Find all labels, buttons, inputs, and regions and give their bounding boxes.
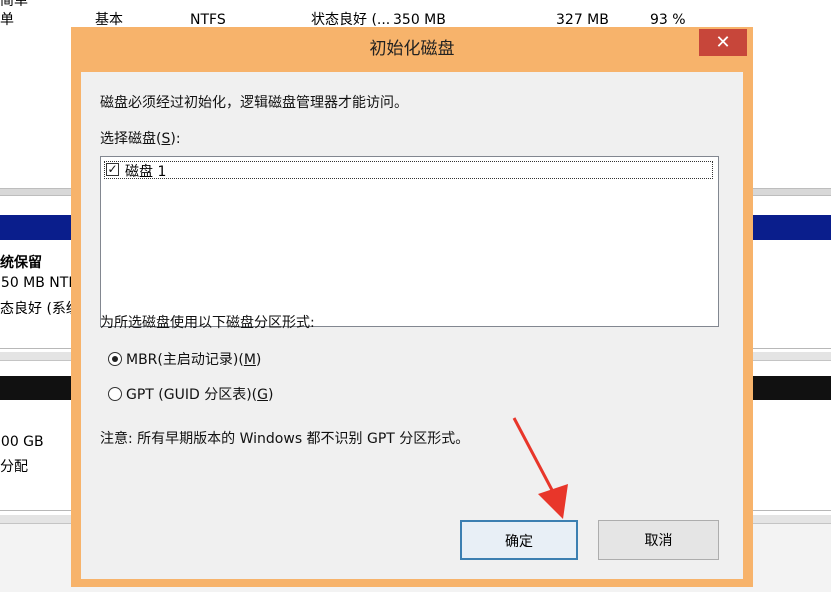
- select-disk-label-text: 选择磁盘: [100, 131, 156, 147]
- partition-style-label: 为所选磁盘使用以下磁盘分区形式:: [100, 315, 315, 331]
- partition-status: 状态良好 (系统: [0, 301, 80, 317]
- gpt-option[interactable]: GPT (GUID 分区表)(G): [108, 384, 328, 404]
- select-disk-label: 选择磁盘(S):: [100, 131, 181, 147]
- cell-layout: 简单: [0, 12, 14, 28]
- initialize-disk-dialog: 初始化磁盘 ✕ 磁盘必须经过初始化，逻辑磁盘管理器才能访问。 选择磁盘(S): …: [71, 27, 753, 587]
- disk1-size: 300 GB: [0, 434, 44, 450]
- gpt-note: 注意: 所有早期版本的 Windows 都不识别 GPT 分区形式。: [100, 431, 470, 447]
- disk-listbox[interactable]: ✓ 磁盘 1: [100, 156, 719, 327]
- volume-list-top-strip: 简单: [0, 0, 831, 6]
- close-button[interactable]: ✕: [699, 29, 747, 56]
- close-icon: ✕: [715, 32, 731, 53]
- partition-label: 系统保留: [0, 255, 42, 271]
- cancel-button[interactable]: 取消: [598, 520, 719, 560]
- select-disk-hotkey: S: [161, 131, 171, 147]
- radio-icon[interactable]: [108, 387, 122, 401]
- checkbox-icon[interactable]: ✓: [106, 163, 119, 176]
- radio-icon[interactable]: [108, 352, 122, 366]
- dialog-title: 初始化磁盘: [369, 39, 455, 59]
- mbr-option[interactable]: MBR(主启动记录)(M): [108, 349, 308, 369]
- ok-button[interactable]: 确定: [460, 520, 578, 560]
- intro-text: 磁盘必须经过初始化，逻辑磁盘管理器才能访问。: [100, 95, 408, 111]
- dialog-titlebar[interactable]: 初始化磁盘 ✕: [71, 27, 753, 72]
- dialog-body: 磁盘必须经过初始化，逻辑磁盘管理器才能访问。 选择磁盘(S): ✓ 磁盘 1 为…: [81, 72, 743, 579]
- gpt-option-label: GPT (GUID 分区表)(G): [126, 387, 274, 403]
- disk-item-label: 磁盘 1: [125, 164, 167, 180]
- disk1-status: 未分配: [0, 459, 28, 475]
- disk-list-item[interactable]: ✓ 磁盘 1: [104, 161, 713, 180]
- mbr-option-label: MBR(主启动记录)(M): [126, 352, 262, 368]
